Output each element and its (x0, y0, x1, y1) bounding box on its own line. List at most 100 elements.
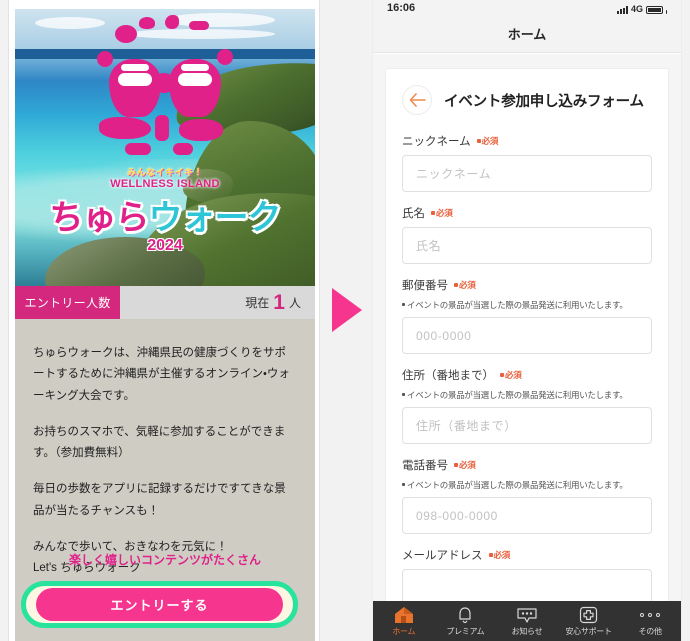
speech-bubble-icon (516, 606, 538, 624)
field-address: 住所（番地まで） 必須 イベントの景品が当選した際の景品発送に利用いたします。 (402, 367, 652, 444)
field-fullname: 氏名 必須 (402, 205, 652, 264)
description-paragraph: 毎日の歩数をアプリに記録するだけですてきな景品が当たるチャンスも！ (33, 483, 286, 517)
phone-input[interactable] (402, 497, 652, 534)
logo-wave-icon (173, 143, 193, 155)
network-type-label: 4G (630, 4, 643, 14)
field-label: 氏名 必須 (402, 205, 652, 221)
tab-more[interactable]: その他 (619, 606, 681, 637)
field-label-text: 郵便番号 (402, 280, 448, 292)
description-paragraph: ちゅらウォークは、沖縄県民の健康づくりをサポートするために沖縄県が主催するオンラ… (33, 347, 290, 402)
entry-count-value: 現在 1 人 (120, 286, 315, 319)
home-icon (393, 606, 415, 624)
logo-wellness-island-text: WELLNESS ISLAND (110, 178, 220, 190)
status-bar: 16:06 4G (373, 0, 681, 15)
logo-emblem (81, 15, 249, 173)
required-badge: 必須 (476, 135, 498, 147)
tab-support[interactable]: 安心サポート (558, 606, 620, 637)
back-arrow-icon (409, 93, 426, 107)
obscured-text-line: 楽しく嬉しいコンテンツがたくさん (68, 553, 261, 567)
logo-main-b: ウォーク (148, 199, 282, 237)
event-hero-image: みんなイキイキ！ WELLNESS ISLAND ちゅらウォーク 2024 (15, 9, 315, 286)
field-email: メールアドレス 必須 (402, 547, 652, 601)
entry-count-label: エントリー人数 (15, 286, 120, 319)
field-label: メールアドレス 必須 (402, 547, 652, 563)
entry-button[interactable]: エントリーする (36, 588, 283, 621)
screenshot-root: みんなイキイキ！ WELLNESS ISLAND ちゅらウォーク 2024 エン… (0, 0, 690, 641)
logo-main-title: ちゅらウォーク (15, 190, 315, 239)
logo-flower-center-icon (153, 73, 175, 93)
field-label: 住所（番地まで） 必須 (402, 367, 652, 383)
logo-bird-icon (165, 15, 179, 29)
app-scroll-area[interactable]: イベント参加申し込みフォーム ニックネーム 必須 氏名 必須 (373, 54, 681, 601)
field-label-text: ニックネーム (402, 136, 471, 148)
logo-turtle-icon (179, 119, 223, 141)
phone-screen-panel: 16:06 4G ホーム イベント参加申し込みフォーム ニックネーム 必須 ニッ… (372, 0, 682, 641)
logo-shisa-left-icon (109, 59, 161, 117)
field-phone: 電話番号 必須 イベントの景品が当選した際の景品発送に利用いたします。 (402, 457, 652, 534)
tab-label: その他 (638, 626, 662, 636)
logo-bird-icon (139, 17, 155, 29)
entry-count-prefix: 現在 (245, 296, 270, 310)
form-title: イベント参加申し込みフォーム (444, 93, 644, 110)
required-badge: 必須 (500, 369, 522, 381)
status-time: 16:06 (387, 2, 416, 14)
fullname-input[interactable] (402, 227, 652, 264)
required-badge: 必須 (431, 207, 453, 219)
field-label-text: 電話番号 (402, 460, 448, 472)
battery-tip-icon (666, 10, 667, 14)
signal-bars-icon (616, 6, 628, 14)
tab-home[interactable]: ホーム (373, 606, 435, 637)
field-label: ニックネーム 必須 (402, 133, 652, 149)
tab-premium[interactable]: プレミアム (435, 606, 497, 637)
tab-label: プレミアム (446, 626, 485, 636)
tab-notifications[interactable]: お知らせ (496, 606, 558, 637)
logo-hibiscus-icon (217, 49, 233, 65)
flow-arrow-right-icon (332, 288, 362, 332)
field-nickname: ニックネーム 必須 (402, 133, 652, 192)
field-label-text: メールアドレス (402, 550, 483, 562)
required-badge: 必須 (488, 549, 510, 561)
required-badge: 必須 (454, 459, 476, 471)
tab-label: ホーム (392, 626, 416, 636)
tab-label: 安心サポート (565, 626, 612, 636)
field-label: 郵便番号 必須 (402, 277, 652, 293)
field-label-text: 氏名 (402, 208, 425, 220)
logo-tagline: みんなイキイキ！ (126, 167, 203, 177)
logo-wave-icon (125, 143, 151, 155)
field-note: イベントの景品が当選した際の景品発送に利用いたします。 (402, 389, 652, 401)
nickname-input[interactable] (402, 155, 652, 192)
logo-hibiscus-icon (97, 51, 113, 67)
postal-code-input[interactable] (402, 317, 652, 354)
event-page-panel: みんなイキイキ！ WELLNESS ISLAND ちゅらウォーク 2024 エン… (8, 0, 320, 641)
event-page-scroll: みんなイキイキ！ WELLNESS ISLAND ちゅらウォーク 2024 エン… (15, 9, 315, 641)
app-header-title: ホーム (373, 15, 681, 53)
logo-smiley-icon (115, 25, 137, 43)
battery-icon (646, 6, 663, 14)
entry-button-highlight-ring: エントリーする (21, 581, 298, 628)
tab-label: お知らせ (511, 626, 543, 636)
entry-count-bar: エントリー人数 現在 1 人 (15, 286, 315, 319)
signup-form-card: イベント参加申し込みフォーム ニックネーム 必須 氏名 必須 (385, 68, 669, 601)
plus-shield-icon (579, 606, 598, 624)
event-logo: みんなイキイキ！ WELLNESS ISLAND ちゅらウォーク 2024 (15, 15, 315, 254)
entry-count-number: 1 (273, 291, 285, 314)
address-input[interactable] (402, 407, 652, 444)
bottom-tab-bar: ホーム プレミアム お知らせ 安心サポート その他 (373, 601, 681, 641)
field-note: イベントの景品が当選した際の景品発送に利用いたします。 (402, 479, 652, 491)
logo-wellness-block: みんなイキイキ！ WELLNESS ISLAND (15, 165, 315, 190)
form-header: イベント参加申し込みフォーム (402, 85, 652, 115)
field-postal-code: 郵便番号 必須 イベントの景品が当選した際の景品発送に利用いたします。 (402, 277, 652, 354)
logo-whaleshark-icon (99, 117, 151, 139)
description-paragraph: お持ちのスマホで、気軽に参加することができます。（参加費無料） (33, 425, 286, 460)
bell-icon (456, 606, 474, 624)
status-indicators: 4G (616, 4, 667, 14)
entry-count-suffix: 人 (288, 296, 301, 310)
back-button[interactable] (402, 85, 432, 115)
logo-palm-icon (155, 115, 169, 141)
logo-main-a: ちゅら (49, 199, 150, 237)
required-badge: 必須 (454, 279, 476, 291)
logo-cloud-icon (189, 21, 209, 30)
logo-year: 2024 (147, 237, 183, 254)
email-input[interactable] (402, 569, 652, 601)
more-dots-icon (640, 606, 661, 624)
